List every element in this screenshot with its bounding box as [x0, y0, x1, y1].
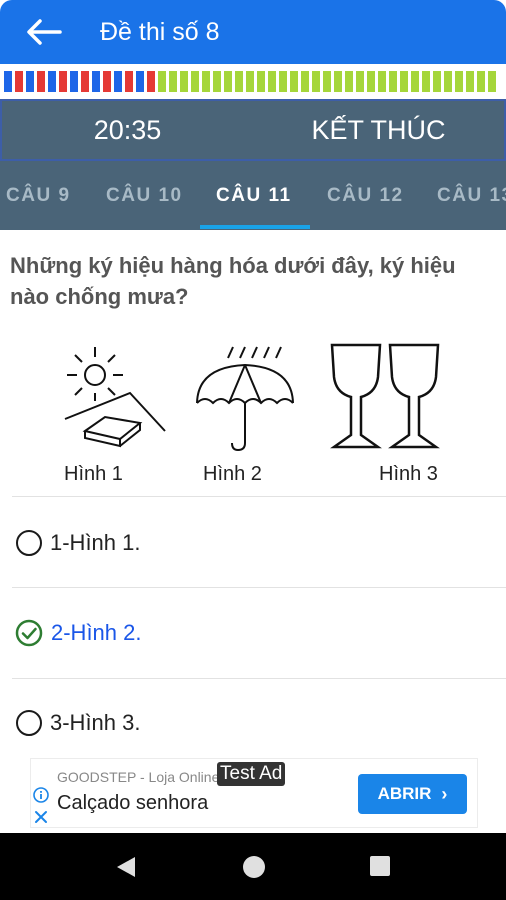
figure-label-2: Hình 2: [203, 463, 262, 485]
question-text: Những ký hiệu hàng hóa dưới đây, ký hiệu…: [10, 253, 456, 309]
progress-segment-red: [81, 71, 89, 92]
active-tab-indicator: [200, 225, 310, 229]
progress-segment-green: [433, 71, 441, 92]
tab-question-10[interactable]: CÂU 10: [106, 161, 183, 230]
progress-segment-green: [202, 71, 210, 92]
progress-segment-blue: [4, 71, 12, 92]
progress-segment-green: [290, 71, 298, 92]
answer-option-label: 1-Hình 1.: [50, 530, 141, 555]
answer-option-1[interactable]: 1-Hình 1.: [12, 513, 502, 573]
progress-segment-green: [279, 71, 287, 92]
progress-segment-red: [15, 71, 23, 92]
progress-segment-green: [158, 71, 166, 92]
tab-question-11[interactable]: CÂU 11: [216, 161, 292, 230]
nav-recents-icon[interactable]: [369, 855, 391, 877]
progress-segment-green: [411, 71, 419, 92]
progress-segment-green: [257, 71, 265, 92]
progress-segment-blue: [136, 71, 144, 92]
countdown-timer: 20:35: [93, 114, 162, 145]
ad-open-button[interactable]: ABRIR ›: [358, 774, 467, 814]
progress-segment-green: [422, 71, 430, 92]
progress-segment-red: [103, 71, 111, 92]
progress-segment-red: [59, 71, 67, 92]
progress-segment-green: [455, 71, 463, 92]
progress-segment-green: [301, 71, 309, 92]
progress-segment-blue: [48, 71, 56, 92]
figure-label-1: Hình 1: [64, 463, 123, 485]
check-circle-icon: [15, 619, 43, 647]
progress-segment-blue: [70, 71, 78, 92]
question-tabs: CÂU 9 CÂU 10 CÂU 11 CÂU 12 CÂU 13: [0, 161, 506, 230]
nav-home-icon[interactable]: [242, 855, 266, 879]
progress-segment-green: [224, 71, 232, 92]
progress-segment-blue: [114, 71, 122, 92]
system-nav-bar: [0, 833, 506, 900]
progress-segment-green: [488, 71, 496, 92]
sun-box-symbol: [64, 347, 166, 448]
info-icon[interactable]: [33, 787, 49, 803]
ad-open-label: ABRIR: [377, 784, 432, 803]
figure-label-3: Hình 3: [379, 463, 438, 485]
progress-segment-green: [378, 71, 386, 92]
progress-segment-green: [246, 71, 254, 92]
progress-segment-green: [334, 71, 342, 92]
divider: [12, 678, 506, 679]
progress-segment-green: [444, 71, 452, 92]
tab-question-9[interactable]: CÂU 9: [6, 161, 71, 230]
answer-option-label: 3-Hình 3.: [50, 710, 141, 735]
progress-segment-green: [180, 71, 188, 92]
progress-segment-red: [125, 71, 133, 92]
ad-sponsor: GOODSTEP - Loja Online: [57, 769, 217, 785]
timer-bar: 20:35 KẾT THÚC: [0, 99, 506, 161]
chevron-right-icon: ›: [441, 783, 448, 804]
progress-segment-green: [345, 71, 353, 92]
ad-headline: Calçado senhora: [57, 792, 209, 814]
progress-segment-green: [191, 71, 199, 92]
progress-segment-green: [389, 71, 397, 92]
progress-segment-red: [147, 71, 155, 92]
radio-unchecked-icon: [16, 530, 42, 556]
close-icon[interactable]: [33, 809, 49, 825]
nav-back-icon[interactable]: [115, 855, 137, 879]
progress-segment-green: [235, 71, 243, 92]
divider: [12, 496, 506, 497]
test-ad-badge: Test Ad: [217, 762, 286, 786]
answer-option-3[interactable]: 3-Hình 3.: [12, 693, 502, 753]
progress-segment-green: [213, 71, 221, 92]
progress-segment-green: [466, 71, 474, 92]
progress-segment-green: [323, 71, 331, 92]
finish-button[interactable]: KẾT THÚC: [253, 115, 504, 146]
arrow-left-icon: [27, 19, 62, 45]
back-button[interactable]: [12, 0, 76, 64]
progress-segment-green: [400, 71, 408, 92]
answer-option-label: 2-Hình 2.: [51, 620, 142, 645]
progress-segment-green: [477, 71, 485, 92]
umbrella-symbol: [196, 346, 294, 452]
radio-unchecked-icon: [16, 710, 42, 736]
answer-option-2[interactable]: 2-Hình 2.: [12, 603, 502, 663]
progress-segment-blue: [92, 71, 100, 92]
page-title: Đề thi số 8: [100, 17, 220, 46]
progress-segment-blue: [26, 71, 34, 92]
app-bar: Đề thi số 8: [0, 0, 506, 64]
tab-question-12[interactable]: CÂU 12: [327, 161, 404, 230]
progress-segment-green: [169, 71, 177, 92]
progress-segment-green: [356, 71, 364, 92]
progress-segment-red: [37, 71, 45, 92]
progress-segment-green: [312, 71, 320, 92]
progress-segment-green: [268, 71, 276, 92]
progress-segment-green: [367, 71, 375, 92]
answer-progress-strip: [0, 64, 506, 99]
tab-question-13[interactable]: CÂU 13: [437, 161, 506, 230]
fragile-glasses-symbol: [330, 343, 440, 449]
divider: [12, 587, 506, 588]
ad-banner[interactable]: GOODSTEP - Loja Online Test Ad Calçado s…: [30, 758, 478, 828]
